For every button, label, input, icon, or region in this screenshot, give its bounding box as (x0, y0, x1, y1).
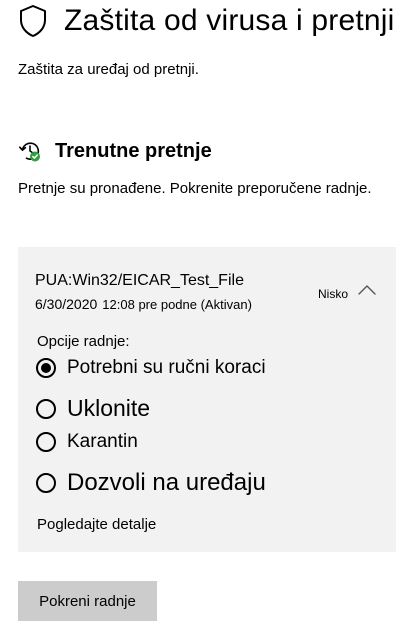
radio-button[interactable] (36, 473, 56, 493)
threat-name: PUA:Win32/EICAR_Test_File (35, 272, 244, 289)
threat-card: PUA:Win32/EICAR_Test_File 6/30/2020 12:08… (18, 247, 396, 552)
radio-label: Potrebni su ručni koraci (67, 357, 266, 378)
threat-time-status: 12:08 pre podne (Aktivan) (102, 297, 252, 312)
threat-date: 6/30/2020 (35, 296, 98, 312)
current-threats-header: Trenutne pretnje (18, 138, 212, 164)
radio-dot (41, 363, 51, 373)
radio-label: Karantin (67, 431, 138, 452)
radio-option-allow-on-device[interactable]: Dozvoli na uređaju (36, 469, 266, 497)
radio-label: Dozvoli na uređaju (67, 469, 266, 496)
threat-history-icon (19, 142, 40, 162)
start-actions-button[interactable]: Pokreni radnje (18, 581, 157, 621)
radio-button[interactable] (36, 398, 56, 419)
radio-option-quarantine[interactable]: Karantin (36, 431, 138, 453)
threat-timestamp: 6/30/2020 12:08 pre podne (Aktivan) (35, 296, 252, 312)
radio-label: Uklonite (67, 395, 151, 421)
radio-button[interactable] (36, 432, 56, 452)
radio-option-manual-steps[interactable]: Potrebni su ručni koraci (36, 357, 266, 379)
page-title: Zaštita od virusa i pretnji (64, 4, 395, 37)
page: Zaštita od virusa i pretnji Zaštita za u… (0, 0, 418, 626)
page-header: Zaštita od virusa i pretnji (18, 2, 395, 40)
chevron-up-icon[interactable] (357, 284, 377, 296)
shield-icon (20, 5, 46, 37)
severity-label: Nisko (318, 287, 349, 301)
page-subtitle: Zaštita za uređaj od pretnji. (18, 61, 199, 78)
radio-option-remove[interactable]: Uklonite (36, 395, 150, 422)
see-details-link[interactable]: Pogledajte detalje (37, 516, 156, 533)
radio-button-selected[interactable] (36, 358, 56, 378)
current-threats-title: Trenutne pretnje (55, 140, 212, 162)
action-options-label: Opcije radnje: (37, 333, 130, 350)
current-threats-description: Pretnje su pronađene. Pokrenite preporuč… (18, 180, 372, 197)
